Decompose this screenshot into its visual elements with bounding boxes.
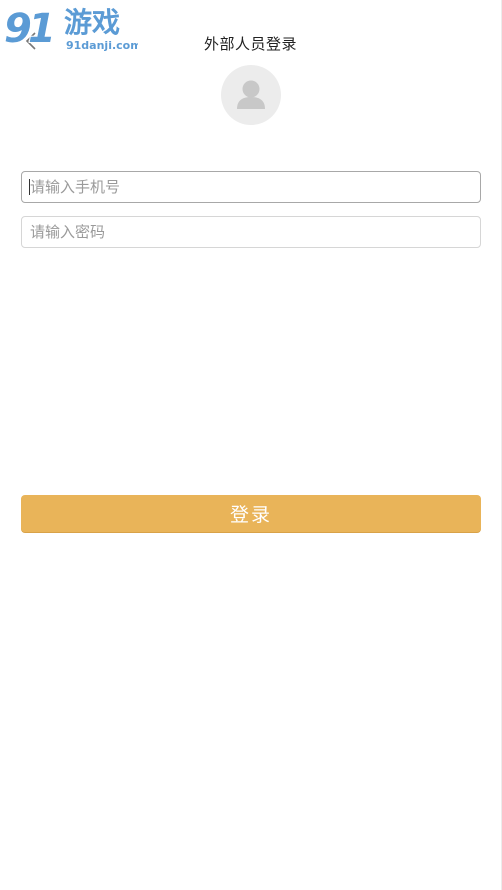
svg-text:1: 1 bbox=[28, 6, 56, 52]
text-caret bbox=[29, 179, 30, 195]
phone-input[interactable] bbox=[21, 171, 481, 203]
password-input[interactable] bbox=[21, 216, 481, 248]
svg-text:91danji.com: 91danji.com bbox=[66, 39, 138, 52]
watermark-logo: 9 1 游戏 91danji.com bbox=[2, 2, 142, 54]
svg-text:游戏: 游戏 bbox=[64, 6, 120, 39]
avatar bbox=[221, 65, 281, 125]
login-button[interactable]: 登录 bbox=[21, 495, 481, 532]
login-page: 外部人员登录 9 1 游戏 91danji.com 登录 bbox=[0, 0, 502, 890]
watermark-logo-image: 9 1 游戏 91danji.com bbox=[3, 5, 142, 53]
user-silhouette-icon bbox=[237, 80, 265, 109]
